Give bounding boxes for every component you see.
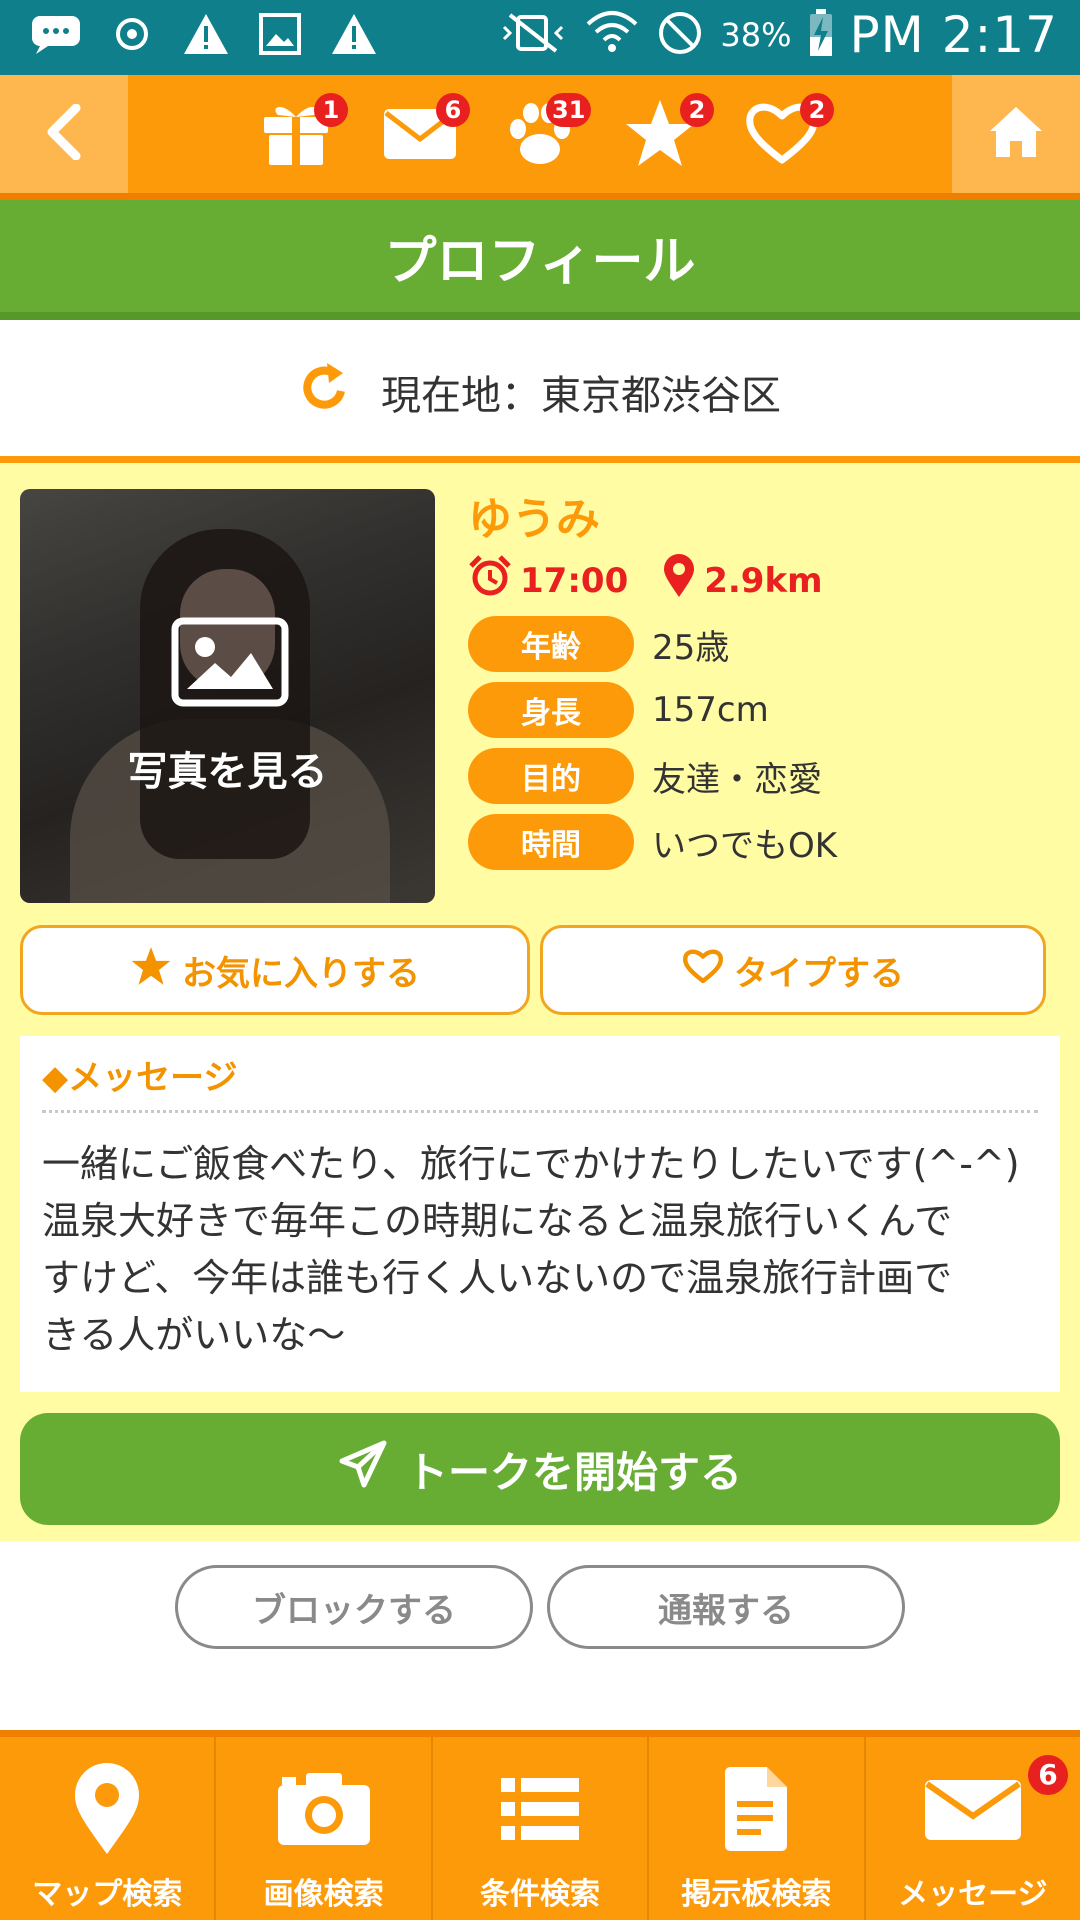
sync-icon (110, 12, 154, 60)
tab-board-search[interactable]: 掲示板検索 (649, 1737, 866, 1920)
gift-badge: 1 (314, 93, 348, 127)
field-label: 身長 (468, 682, 634, 738)
warning-icon (182, 12, 230, 60)
profile-section: 写真を見る ゆうみ 17:00 2.9km 年齢 25歳 身長 157cm 目的… (0, 463, 1080, 1541)
document-icon (721, 1759, 791, 1859)
field-row-age: 年齢 25歳 (468, 616, 729, 672)
field-row-purpose: 目的 友達・恋愛 (468, 748, 822, 804)
warning-icon (330, 12, 378, 60)
favorite-button-label: お気に入りする (182, 953, 420, 994)
image-icon (258, 12, 302, 60)
messages-badge: 6 (1028, 1755, 1069, 1795)
picture-icon (171, 617, 289, 711)
field-value: いつでもOK (652, 825, 838, 866)
do-not-disturb-icon (656, 9, 704, 61)
tab-image-search[interactable]: 画像検索 (216, 1737, 433, 1920)
tab-label: 条件検索 (480, 1877, 601, 1912)
distance: 2.9km (704, 560, 823, 601)
map-pin-icon (72, 1759, 142, 1859)
view-photo-label: 写真を見る (127, 749, 328, 795)
alarm-clock-icon (468, 554, 512, 607)
mute-vibrate-icon (498, 11, 568, 59)
block-button[interactable]: ブロックする (175, 1565, 533, 1649)
favorites-badge: 2 (680, 93, 714, 127)
back-button[interactable] (0, 75, 128, 193)
home-icon (988, 105, 1044, 163)
favorites-button[interactable]: 2 (620, 93, 714, 175)
divider (0, 193, 1080, 200)
chevron-left-icon (44, 103, 84, 164)
type-button-label: タイプする (734, 953, 904, 994)
login-time: 17:00 (520, 560, 629, 601)
divider (42, 1110, 1038, 1113)
field-row-time: 時間 いつでもOK (468, 814, 837, 870)
star-icon (130, 946, 172, 995)
likes-badge: 2 (800, 93, 834, 127)
field-label: 時間 (468, 814, 634, 870)
location-bar[interactable]: 現在地：東京都渋谷区 (0, 328, 1080, 463)
profile-name: ゆうみ (468, 494, 600, 545)
paper-plane-icon (338, 1439, 388, 1499)
profile-photo[interactable]: 写真を見る (20, 489, 435, 903)
field-label: 目的 (468, 748, 634, 804)
chat-notification-icon (30, 14, 82, 58)
battery-charging-icon (808, 9, 834, 61)
clock: PM 2:17 (849, 6, 1058, 64)
profile-meta: 17:00 2.9km (468, 553, 823, 608)
start-talk-label: トークを開始する (405, 1447, 742, 1497)
field-row-height: 身長 157cm (468, 682, 769, 738)
top-navigation: 1 6 31 2 2 (0, 75, 1080, 193)
tab-condition-search[interactable]: 条件検索 (433, 1737, 650, 1920)
gift-button[interactable]: 1 (256, 93, 348, 175)
list-icon (499, 1759, 581, 1859)
field-value: 友達・恋愛 (652, 759, 822, 800)
tab-label: 掲示板検索 (681, 1877, 832, 1912)
message-title: ◆メッセージ (42, 1058, 238, 1098)
report-button[interactable]: 通報する (547, 1565, 905, 1649)
message-box: ◆メッセージ 一緒にご飯食べたり、旅行にでかけたりしたいです(^-^) 温泉大好… (20, 1036, 1060, 1392)
bottom-tab-bar: マップ検索 画像検索 条件検索 掲示板検索 メッセージ 6 (0, 1730, 1080, 1920)
type-button[interactable]: タイプする (540, 925, 1046, 1015)
heart-icon (682, 947, 724, 994)
mail-button[interactable]: 6 (380, 93, 470, 175)
refresh-icon[interactable] (299, 361, 351, 423)
tab-label: 画像検索 (263, 1877, 384, 1912)
message-body: 一緒にご飯食べたり、旅行にでかけたりしたいです(^-^) 温泉大好きで毎年この時… (42, 1142, 1020, 1357)
battery-percent: 38% (720, 16, 792, 54)
tab-label: メッセージ (898, 1877, 1048, 1912)
mail-icon (923, 1759, 1023, 1859)
map-pin-icon (662, 553, 696, 608)
footprint-badge: 31 (546, 93, 592, 127)
field-value: 25歳 (652, 627, 730, 668)
favorite-button[interactable]: お気に入りする (20, 925, 530, 1015)
wifi-icon (584, 8, 640, 62)
status-bar: 38% PM 2:17 (0, 0, 1080, 75)
start-talk-button[interactable]: トークを開始する (20, 1413, 1060, 1525)
likes-button[interactable]: 2 (742, 93, 834, 175)
tab-label: マップ検索 (32, 1877, 183, 1912)
page-title: プロフィール (0, 200, 1080, 320)
tab-map-search[interactable]: マップ検索 (0, 1737, 217, 1920)
home-button[interactable] (952, 75, 1080, 193)
mail-badge: 6 (436, 93, 470, 127)
tab-messages[interactable]: メッセージ 6 (866, 1737, 1080, 1920)
footprint-button[interactable]: 31 (500, 93, 592, 175)
current-location-text: 現在地：東京都渋谷区 (381, 373, 781, 419)
field-label: 年齢 (468, 616, 634, 672)
camera-icon (276, 1759, 372, 1859)
field-value: 157cm (652, 690, 769, 730)
